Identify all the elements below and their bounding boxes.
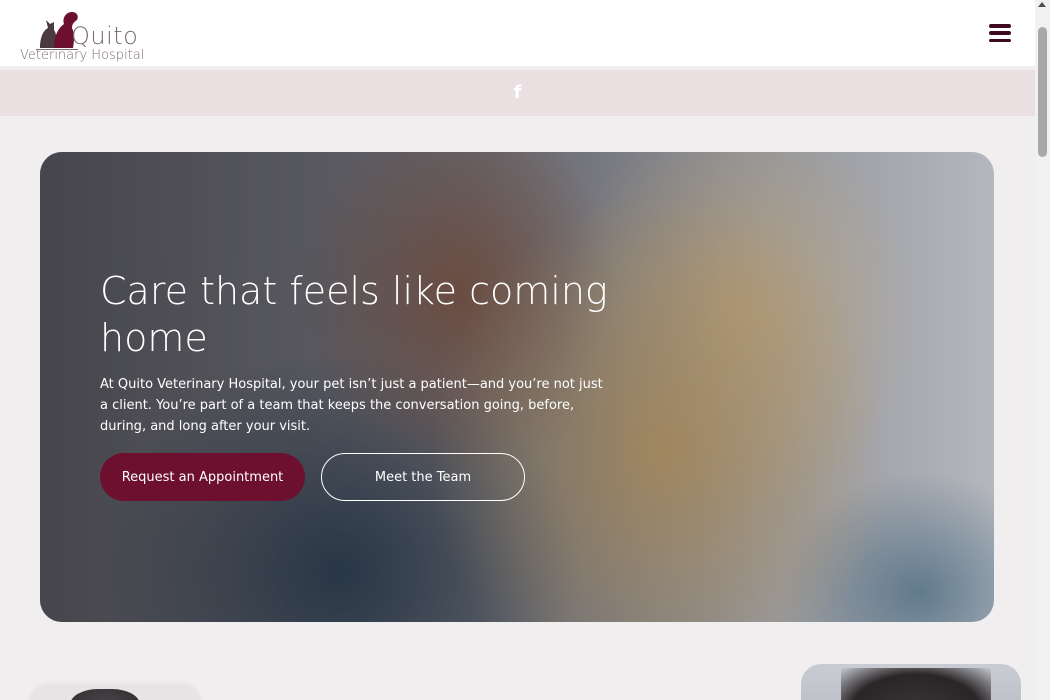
facebook-icon[interactable]: f	[514, 84, 522, 102]
site-logo[interactable]: Quito Veterinary Hospital	[20, 2, 160, 64]
hero-title: Care that feels like coming home	[100, 269, 608, 360]
scroll-thumb[interactable]	[1038, 27, 1047, 157]
logo-subtitle: Veterinary Hospital	[20, 48, 145, 63]
logo-name: Quito	[71, 22, 139, 50]
pet-card-right	[801, 664, 1021, 700]
scrollbar[interactable]	[1035, 0, 1050, 700]
site-header: Quito Veterinary Hospital	[0, 0, 1035, 66]
hero-buttons: Request an Appointment Meet the Team	[100, 453, 640, 501]
meet-the-team-button[interactable]: Meet the Team	[321, 453, 525, 501]
request-appointment-button[interactable]: Request an Appointment	[100, 453, 305, 501]
scroll-up-icon[interactable]	[1038, 2, 1046, 7]
social-bar: f	[0, 70, 1035, 116]
hero-content: Care that feels like coming home At Quit…	[100, 268, 640, 501]
pet-card-left	[30, 687, 200, 700]
cat-photo	[841, 668, 991, 700]
hero-description: At Quito Veterinary Hospital, your pet i…	[100, 377, 603, 434]
pet-photo	[70, 689, 140, 700]
hero-banner: Care that feels like coming home At Quit…	[40, 152, 994, 622]
hamburger-menu-icon[interactable]	[989, 24, 1011, 42]
